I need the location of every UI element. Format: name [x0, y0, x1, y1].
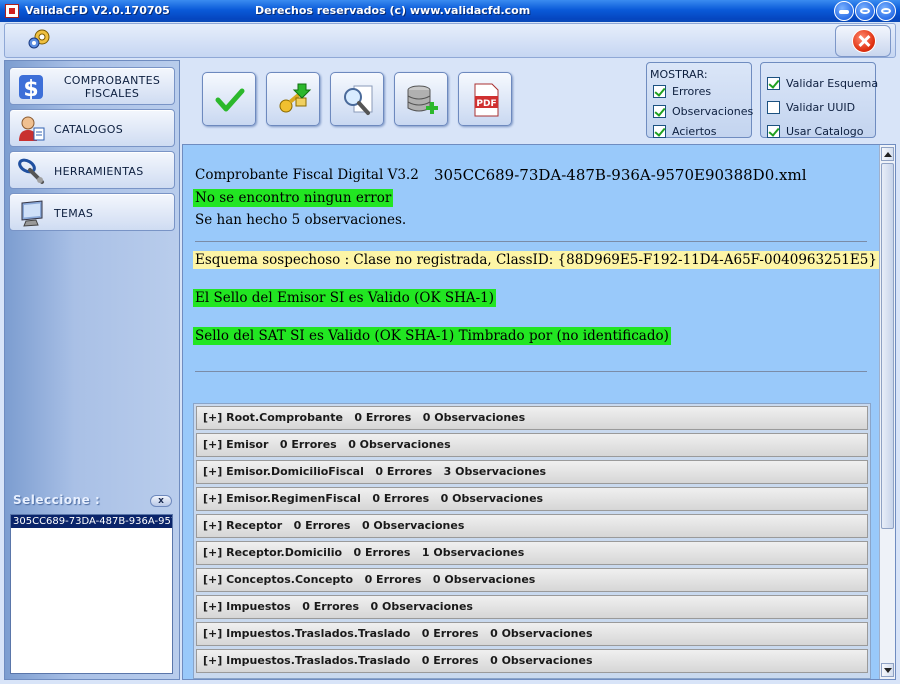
close-icon: [852, 29, 876, 53]
sidebar-item-label: HERRAMIENTAS: [54, 164, 144, 178]
report-filename: 305CC689-73DA-487B-936A-9570E90388D0.xml: [434, 166, 807, 184]
magnifier-icon: [344, 85, 373, 115]
tree-node[interactable]: [+] Emisor.DomicilioFiscal 0 Errores 3 O…: [196, 460, 868, 484]
validate-schema-checkbox[interactable]: Validar Esquema: [767, 75, 878, 91]
database-add-button[interactable]: [394, 72, 448, 126]
vertical-scrollbar[interactable]: [879, 145, 895, 679]
validate-button[interactable]: [202, 72, 256, 126]
app-icon[interactable]: [5, 4, 19, 18]
tree-node[interactable]: [+] Impuestos 0 Errores 0 Observaciones: [196, 595, 868, 619]
observations-summary: Se han hecho 5 observaciones.: [195, 212, 407, 228]
scroll-down-icon[interactable]: [881, 663, 894, 677]
keys-button[interactable]: [266, 72, 320, 126]
tree-node[interactable]: [+] Emisor 0 Errores 0 Observaciones: [196, 433, 868, 457]
sat-seal-status: Sello del SAT SI es Valido (OK SHA-1) Ti…: [193, 327, 671, 345]
sidebar-item-catalogos[interactable]: CATALOGOS: [9, 109, 175, 147]
key-download-icon: [279, 83, 312, 113]
svg-text:PDF: PDF: [476, 99, 496, 109]
dollar-icon: $: [19, 75, 43, 102]
sidebar-item-herramientas[interactable]: HERRAMIENTAS: [9, 151, 175, 189]
checkbox-icon[interactable]: [767, 100, 780, 114]
clear-selection-button[interactable]: x: [150, 495, 172, 507]
tree-node[interactable]: [+] Receptor.Domicilio 0 Errores 1 Obser…: [196, 541, 868, 565]
user-catalog-icon: [19, 116, 45, 141]
show-options-group: MOSTRAR: Errores Observaciones Aciertos: [646, 62, 753, 139]
sidebar: $ COMPROBANTES FISCALES CATALOGOS HERRAM…: [4, 60, 180, 680]
sidebar-item-label: COMPROBANTES FISCALES: [63, 74, 161, 100]
window-close-button[interactable]: [876, 1, 896, 21]
sidebar-item-label: CATALOGOS: [54, 122, 124, 136]
file-list[interactable]: 305CC689-73DA-487B-936A-957: [10, 514, 173, 674]
list-item[interactable]: 305CC689-73DA-487B-936A-957: [11, 515, 172, 528]
tree-node[interactable]: [+] Impuestos.Traslados.Traslado 0 Error…: [196, 649, 868, 673]
checkbox-icon[interactable]: [767, 76, 780, 90]
checkbox-icon[interactable]: [653, 124, 666, 138]
show-observations-checkbox[interactable]: Observaciones: [653, 103, 753, 119]
checkmark-icon: [215, 88, 245, 112]
validation-options-group: Validar Esquema Validar UUID Usar Catalo…: [760, 62, 878, 139]
checkbox-label: Validar Esquema: [786, 76, 879, 90]
schema-warning: Esquema sospechoso : Clase no registrada…: [193, 251, 879, 269]
checkbox-icon[interactable]: [653, 84, 666, 98]
sidebar-item-comprobantes[interactable]: $ COMPROBANTES FISCALES: [9, 67, 175, 105]
checkbox-label: Validar UUID: [786, 100, 856, 114]
scroll-thumb[interactable]: [881, 163, 894, 529]
show-successes-checkbox[interactable]: Aciertos: [653, 123, 717, 139]
svg-text:$: $: [23, 77, 38, 102]
no-error-message: No se encontro ningun error: [193, 189, 394, 207]
window-subtitle: Derechos reservados (c) www.validacfd.co…: [255, 4, 531, 17]
checkbox-icon[interactable]: [653, 104, 666, 118]
tools-icon: [18, 158, 44, 184]
minimize-button[interactable]: [834, 1, 854, 21]
checkbox-label: Errores: [672, 84, 712, 98]
checkbox-label: Aciertos: [672, 124, 717, 138]
validate-uuid-checkbox[interactable]: Validar UUID: [767, 99, 855, 115]
tree-node[interactable]: [+] Emisor.RegimenFiscal 0 Errores 0 Obs…: [196, 487, 868, 511]
divider: [195, 241, 867, 242]
show-errors-checkbox[interactable]: Errores: [653, 83, 711, 99]
show-options-title: MOSTRAR:: [650, 68, 708, 81]
top-strip: [4, 23, 896, 58]
checkbox-icon[interactable]: [767, 124, 780, 138]
use-catalog-checkbox[interactable]: Usar Catalogo: [767, 123, 864, 139]
title-bar: ValidaCFD V2.0.170705 Derechos reservado…: [0, 0, 900, 22]
checkbox-label: Usar Catalogo: [786, 124, 864, 138]
pdf-icon: PDF: [474, 83, 499, 117]
window-title: ValidaCFD V2.0.170705: [25, 4, 170, 17]
exit-button[interactable]: [835, 25, 891, 57]
node-list: [+] Root.Comprobante 0 Errores 0 Observa…: [193, 403, 871, 679]
database-add-icon: [407, 85, 438, 114]
divider: [195, 371, 867, 372]
tree-node[interactable]: [+] Receptor 0 Errores 0 Observaciones: [196, 514, 868, 538]
gear-icon[interactable]: [27, 27, 53, 51]
report-panel: Comprobante Fiscal Digital V3.2 305CC689…: [182, 144, 896, 680]
scroll-up-icon[interactable]: [881, 147, 894, 161]
search-button[interactable]: [330, 72, 384, 126]
tree-node[interactable]: [+] Conceptos.Concepto 0 Errores 0 Obser…: [196, 568, 868, 592]
sidebar-item-label: TEMAS: [54, 206, 94, 220]
maximize-button[interactable]: [855, 1, 875, 21]
toolbar: PDF MOSTRAR: Errores Observaciones Acier…: [182, 60, 896, 144]
emisor-seal-status: El Sello del Emisor SI es Valido (OK SHA…: [193, 289, 497, 307]
tree-node[interactable]: [+] Impuestos.Traslados.Traslado 0 Error…: [196, 622, 868, 646]
report-heading: Comprobante Fiscal Digital V3.2: [195, 167, 419, 183]
monitor-icon: [21, 200, 43, 227]
checkbox-label: Observaciones: [672, 104, 754, 118]
pdf-button[interactable]: PDF: [458, 72, 512, 126]
tree-node[interactable]: [+] Root.Comprobante 0 Errores 0 Observa…: [196, 406, 868, 430]
select-label: Seleccione :: [13, 493, 101, 507]
sidebar-item-temas[interactable]: TEMAS: [9, 193, 175, 231]
